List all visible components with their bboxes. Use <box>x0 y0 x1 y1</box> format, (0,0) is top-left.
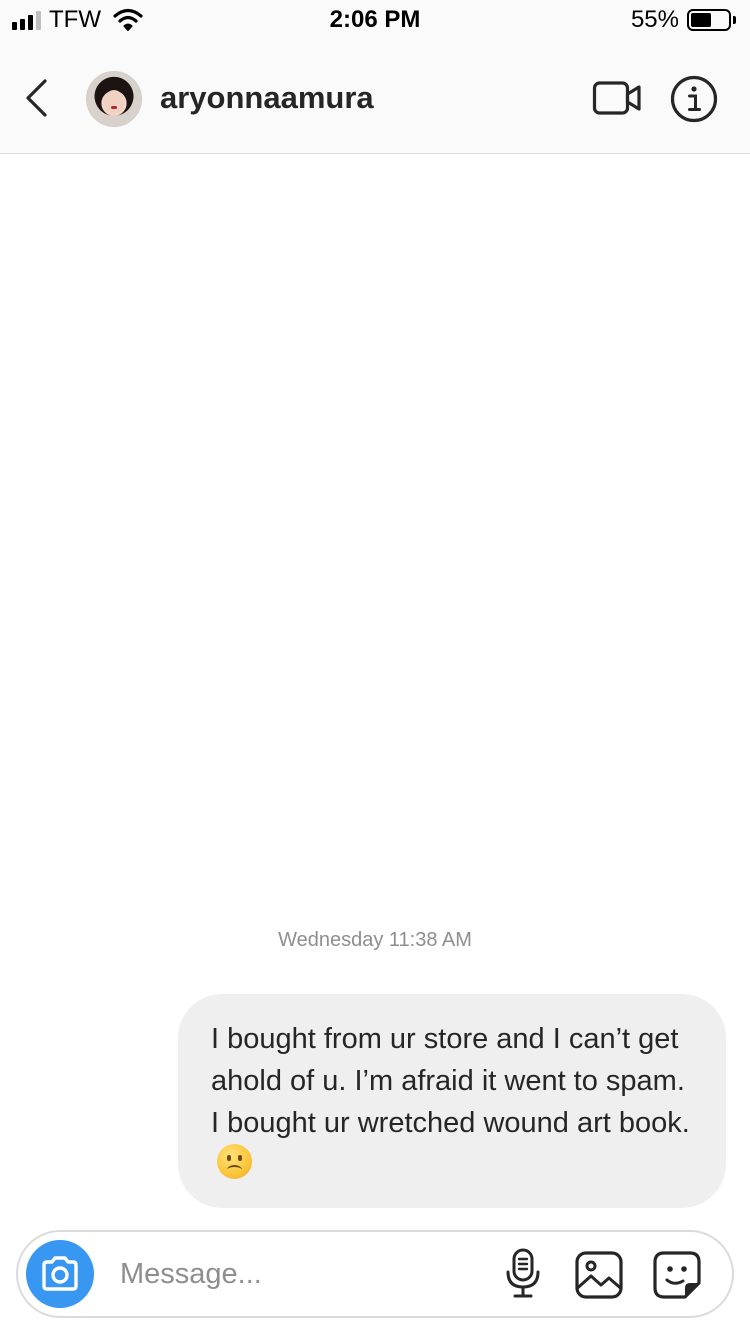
avatar[interactable] <box>86 71 142 127</box>
direct-message-screen: TFW 2:06 PM 55% aryonnaamura Wednesday 1… <box>0 0 750 1334</box>
back-chevron-icon[interactable] <box>18 76 52 120</box>
message-timestamp: Wednesday 11:38 AM <box>278 929 472 951</box>
info-icon[interactable] <box>670 75 718 123</box>
sticker-icon[interactable] <box>652 1250 702 1300</box>
conversation-username[interactable]: aryonnaamura <box>160 80 374 116</box>
camera-icon <box>42 1256 78 1291</box>
camera-button[interactable] <box>26 1240 94 1308</box>
microphone-icon[interactable] <box>504 1248 542 1300</box>
conversation-header: aryonnaamura <box>0 42 750 154</box>
message-text: I bought from ur store and I can’t get a… <box>211 1023 690 1139</box>
message-input[interactable] <box>120 1252 480 1296</box>
message-composer <box>16 1230 734 1318</box>
battery-icon <box>687 9 731 31</box>
gallery-icon[interactable] <box>574 1250 624 1300</box>
frowning-face-emoji-icon <box>217 1144 252 1179</box>
battery-level-fill <box>691 13 711 27</box>
avatar-face <box>104 90 124 114</box>
avatar-lips <box>111 106 117 109</box>
status-right: 55% <box>631 6 736 34</box>
battery-cap <box>733 16 736 24</box>
status-bar: TFW 2:06 PM 55% <box>0 0 750 42</box>
video-call-icon[interactable] <box>592 78 642 118</box>
sent-message-bubble[interactable]: I bought from ur store and I can’t get a… <box>178 994 726 1208</box>
battery-percent: 55% <box>630 6 679 33</box>
